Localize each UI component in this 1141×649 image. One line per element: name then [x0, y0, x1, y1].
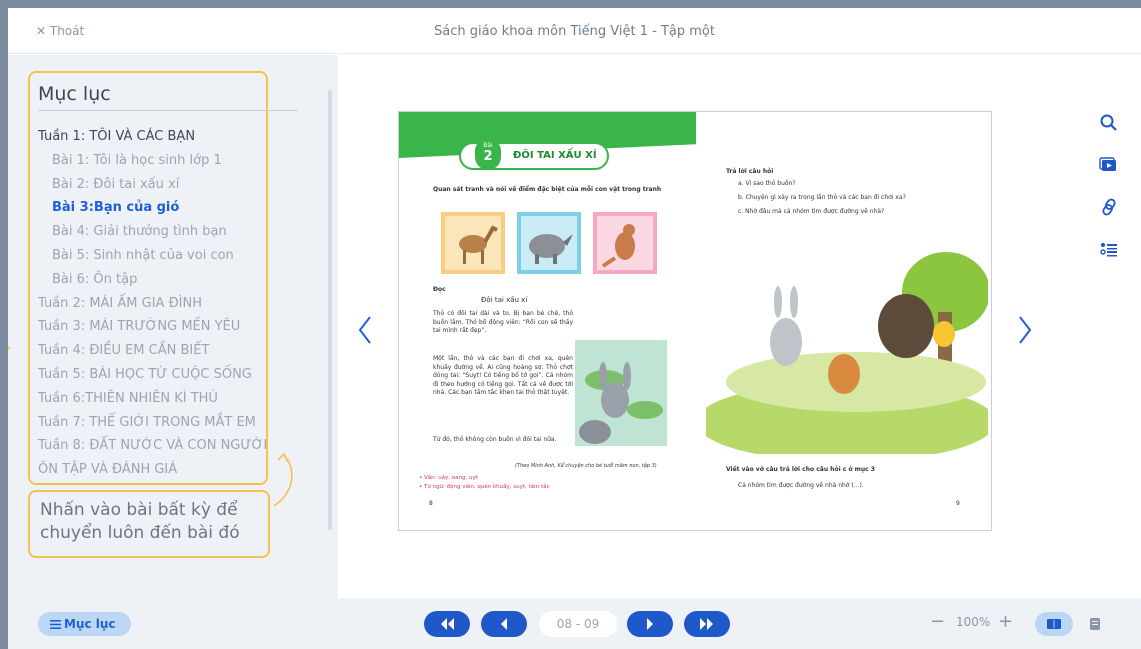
toc-hint-callout: Nhấn vào bài bất kỳ để chuyển luôn đến b… [28, 490, 270, 558]
right-toolbar [1099, 113, 1123, 281]
question-3-title: Trả lời câu hỏi [726, 168, 774, 175]
camel-image [441, 212, 505, 274]
zoom-level: 100% [956, 615, 991, 629]
zoom-in-button[interactable]: + [998, 613, 1013, 631]
lesson-badge: Bài 2 [475, 138, 501, 170]
toc-lesson-item[interactable]: Bài 3:Bạn của gió [38, 196, 308, 220]
prev-page-button[interactable] [481, 611, 527, 637]
toc-week-item[interactable]: Tuần 3: MÁI TRƯỜNG MẾN YÊU [38, 315, 308, 339]
toc-week-item[interactable]: Tuần 8: ĐẤT NƯỚC VÀ CON NGƯỜI [38, 434, 308, 458]
top-bar: ✕ Thoát Sách giáo khoa môn Tiếng Việt 1 … [8, 8, 1141, 54]
forest-animals-illustration [706, 232, 988, 454]
last-page-button[interactable] [684, 611, 730, 637]
right-page: Trả lời câu hỏi a. Vì sao thỏ buồn? b. C… [696, 112, 991, 530]
toc-lesson-item[interactable]: Bài 5: Sinh nhật của voi con [38, 244, 308, 268]
toc-lesson-item[interactable]: Bài 2: Đôi tai xấu xí [38, 173, 308, 197]
toc-sidebar: Mục lục Tuần 1: TÔI VÀ CÁC BẠN Bài 1: Tôi… [8, 55, 338, 598]
next-page-button[interactable] [627, 611, 673, 637]
bottom-bar: Mục lục 08 - 09 − 100% + [8, 598, 1141, 649]
vocab-rhymes: • Vần: uây, oang, uyt [419, 475, 478, 481]
book-spread[interactable]: Bài 2 ĐÔI TAI XẤU XÍ Quan sát tranh và n… [398, 111, 992, 531]
left-page: Bài 2 ĐÔI TAI XẤU XÍ Quan sát tranh và n… [399, 112, 696, 530]
toc-title: Mục lục [38, 83, 111, 105]
kangaroo-image [593, 212, 657, 274]
rabbit-pond-illustration [575, 340, 667, 446]
vocab-words: • Từ ngữ: động viên, quên khuấy, suỵt, t… [419, 484, 550, 490]
two-page-view-button[interactable] [1035, 612, 1073, 636]
first-page-button[interactable] [424, 611, 470, 637]
story-source: (Theo Minh Anh, Kể chuyện cho bé tuổi mầ… [515, 463, 657, 469]
book-spread-icon [1047, 619, 1061, 629]
link-icon[interactable] [1099, 197, 1119, 217]
previous-icon [501, 618, 507, 630]
story-title: Đôi tai xấu xí [481, 296, 528, 304]
rewind-icon [441, 618, 454, 630]
list-icon[interactable] [1099, 239, 1119, 259]
single-page-icon [1090, 618, 1100, 630]
toc-week-item[interactable]: Tuần 4: ĐIỀU EM CẦN BIẾT [38, 339, 308, 363]
toc-list: Tuần 1: TÔI VÀ CÁC BẠN Bài 1: Tôi là học … [38, 125, 308, 482]
toc-button[interactable]: Mục lục [38, 612, 131, 636]
hint-arrow-icon [273, 452, 293, 507]
toc-week-item[interactable]: Tuần 7: THẾ GIỚI TRONG MẮT EM [38, 411, 308, 435]
question-3a: a. Vì sao thỏ buồn? [738, 180, 796, 187]
toc-week-item[interactable]: Tuần 2: MÁI ẤM GIA ĐÌNH [38, 292, 308, 316]
chevron-left-icon [358, 316, 371, 344]
page-indicator[interactable]: 08 - 09 [539, 611, 617, 637]
prev-page-arrow[interactable] [358, 315, 372, 352]
question-3c: c. Nhờ đâu mà cả nhóm tìm được đường về … [738, 208, 885, 215]
story-paragraph-1: Thỏ có đôi tai dài và to. Bị bạn bè chê,… [433, 310, 573, 335]
rhino-image [517, 212, 581, 274]
sidebar-scrollbar[interactable] [328, 90, 332, 530]
toc-week-item[interactable]: Tuần 6:THIÊN NHIÊN KÌ THÚ [38, 387, 308, 411]
left-page-number: 8 [429, 500, 433, 507]
next-icon [647, 618, 653, 630]
lesson-badge-number: 2 [483, 149, 493, 164]
fast-forward-icon [700, 618, 713, 630]
toc-week-item[interactable]: ÔN TẬP VÀ ĐÁNH GIÁ [38, 458, 308, 482]
menu-icon [50, 620, 61, 629]
question-4-title: Viết vào vở câu trả lời cho câu hỏi c ở … [726, 466, 875, 473]
toc-button-label: Mục lục [64, 617, 116, 631]
toc-week-item[interactable]: Tuần 1: TÔI VÀ CÁC BẠN [38, 125, 308, 149]
story-paragraph-2: Một lần, thỏ và các bạn đi chơi xa, quên… [433, 355, 573, 397]
callout-arrow-icon [8, 346, 11, 351]
toc-lesson-item[interactable]: Bài 4: Giải thưởng tình bạn [38, 220, 308, 244]
question-4-text: Cả nhóm tìm được đường về nhà nhờ (...). [738, 482, 864, 489]
toc-week-item[interactable]: Tuần 5: BÀI HỌC TỪ CUỘC SỐNG [38, 363, 308, 387]
chevron-right-icon [1019, 316, 1032, 344]
app-frame: ✕ Thoát Sách giáo khoa môn Tiếng Việt 1 … [8, 8, 1141, 649]
toc-divider [38, 110, 298, 111]
question-2: Đọc [433, 286, 446, 293]
document-title: Sách giáo khoa môn Tiếng Việt 1 - Tập mộ… [434, 24, 715, 39]
toc-lesson-item[interactable]: Bài 1: Tôi là học sinh lớp 1 [38, 149, 308, 173]
question-1: Quan sát tranh và nói về điểm đặc biệt c… [433, 186, 662, 193]
video-icon[interactable] [1099, 155, 1119, 175]
zoom-out-button[interactable]: − [930, 613, 945, 631]
single-page-view-button[interactable] [1076, 612, 1114, 636]
right-page-number: 9 [956, 500, 960, 507]
story-paragraph-3: Từ đó, thỏ không còn buồn vì đôi tai nữa… [433, 436, 557, 443]
toc-lesson-item[interactable]: Bài 6: Ôn tập [38, 268, 308, 292]
search-icon[interactable] [1099, 113, 1119, 133]
next-page-arrow[interactable] [1018, 315, 1032, 352]
lesson-title: ĐÔI TAI XẤU XÍ [513, 150, 597, 161]
question-3b: b. Chuyện gì xảy ra trong lần thỏ và các… [738, 194, 906, 201]
